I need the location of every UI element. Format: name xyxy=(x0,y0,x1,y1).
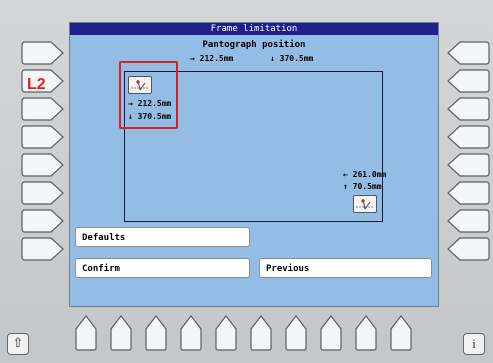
right-softkey[interactable] xyxy=(446,236,491,263)
right-softkey[interactable] xyxy=(446,124,491,151)
defaults-button[interactable]: Defaults xyxy=(75,227,250,247)
highlight-box xyxy=(119,61,178,129)
bottom-softkey[interactable] xyxy=(353,314,380,352)
bottom-right-x-value: ← 261.0mm xyxy=(343,170,387,179)
screen-subtitle: Pantograph position xyxy=(202,40,306,50)
bottom-softkey[interactable] xyxy=(73,314,100,352)
bottom-softkey[interactable] xyxy=(213,314,240,352)
left-softkey[interactable] xyxy=(21,208,65,235)
bottom-right-y-value: ↑ 70.5mm xyxy=(343,182,382,191)
bottom-softkey[interactable] xyxy=(143,314,170,352)
left-softkey[interactable] xyxy=(21,180,65,207)
right-softkey[interactable] xyxy=(446,96,491,123)
right-softkey[interactable] xyxy=(446,68,491,95)
current-x-position: → 212.5mm xyxy=(190,54,234,63)
right-softkey[interactable] xyxy=(446,152,491,179)
bottom-softkey[interactable] xyxy=(388,314,415,352)
left-softkey[interactable] xyxy=(21,152,65,179)
annotation-label: L2 xyxy=(27,76,46,93)
info-button[interactable]: i xyxy=(463,333,485,355)
bottom-softkey[interactable] xyxy=(318,314,345,352)
right-softkey[interactable] xyxy=(446,208,491,235)
home-icon[interactable]: ⇧ xyxy=(7,333,29,355)
confirm-button[interactable]: Confirm xyxy=(75,258,250,278)
bottom-softkey[interactable] xyxy=(108,314,135,352)
bottom-softkey[interactable] xyxy=(178,314,205,352)
bottom-softkey[interactable] xyxy=(283,314,310,352)
right-softkey[interactable] xyxy=(446,180,491,207)
previous-button[interactable]: Previous xyxy=(259,258,432,278)
bottom-softkey[interactable] xyxy=(248,314,275,352)
left-softkey[interactable] xyxy=(21,124,65,151)
left-softkey[interactable] xyxy=(21,40,65,67)
left-softkey[interactable] xyxy=(21,96,65,123)
screen-title: Frame limitation xyxy=(70,23,438,35)
current-y-position: ↓ 370.5mm xyxy=(270,54,314,63)
pantograph-icon[interactable] xyxy=(353,195,377,213)
left-softkey[interactable] xyxy=(21,236,65,263)
right-softkey[interactable] xyxy=(446,40,491,67)
